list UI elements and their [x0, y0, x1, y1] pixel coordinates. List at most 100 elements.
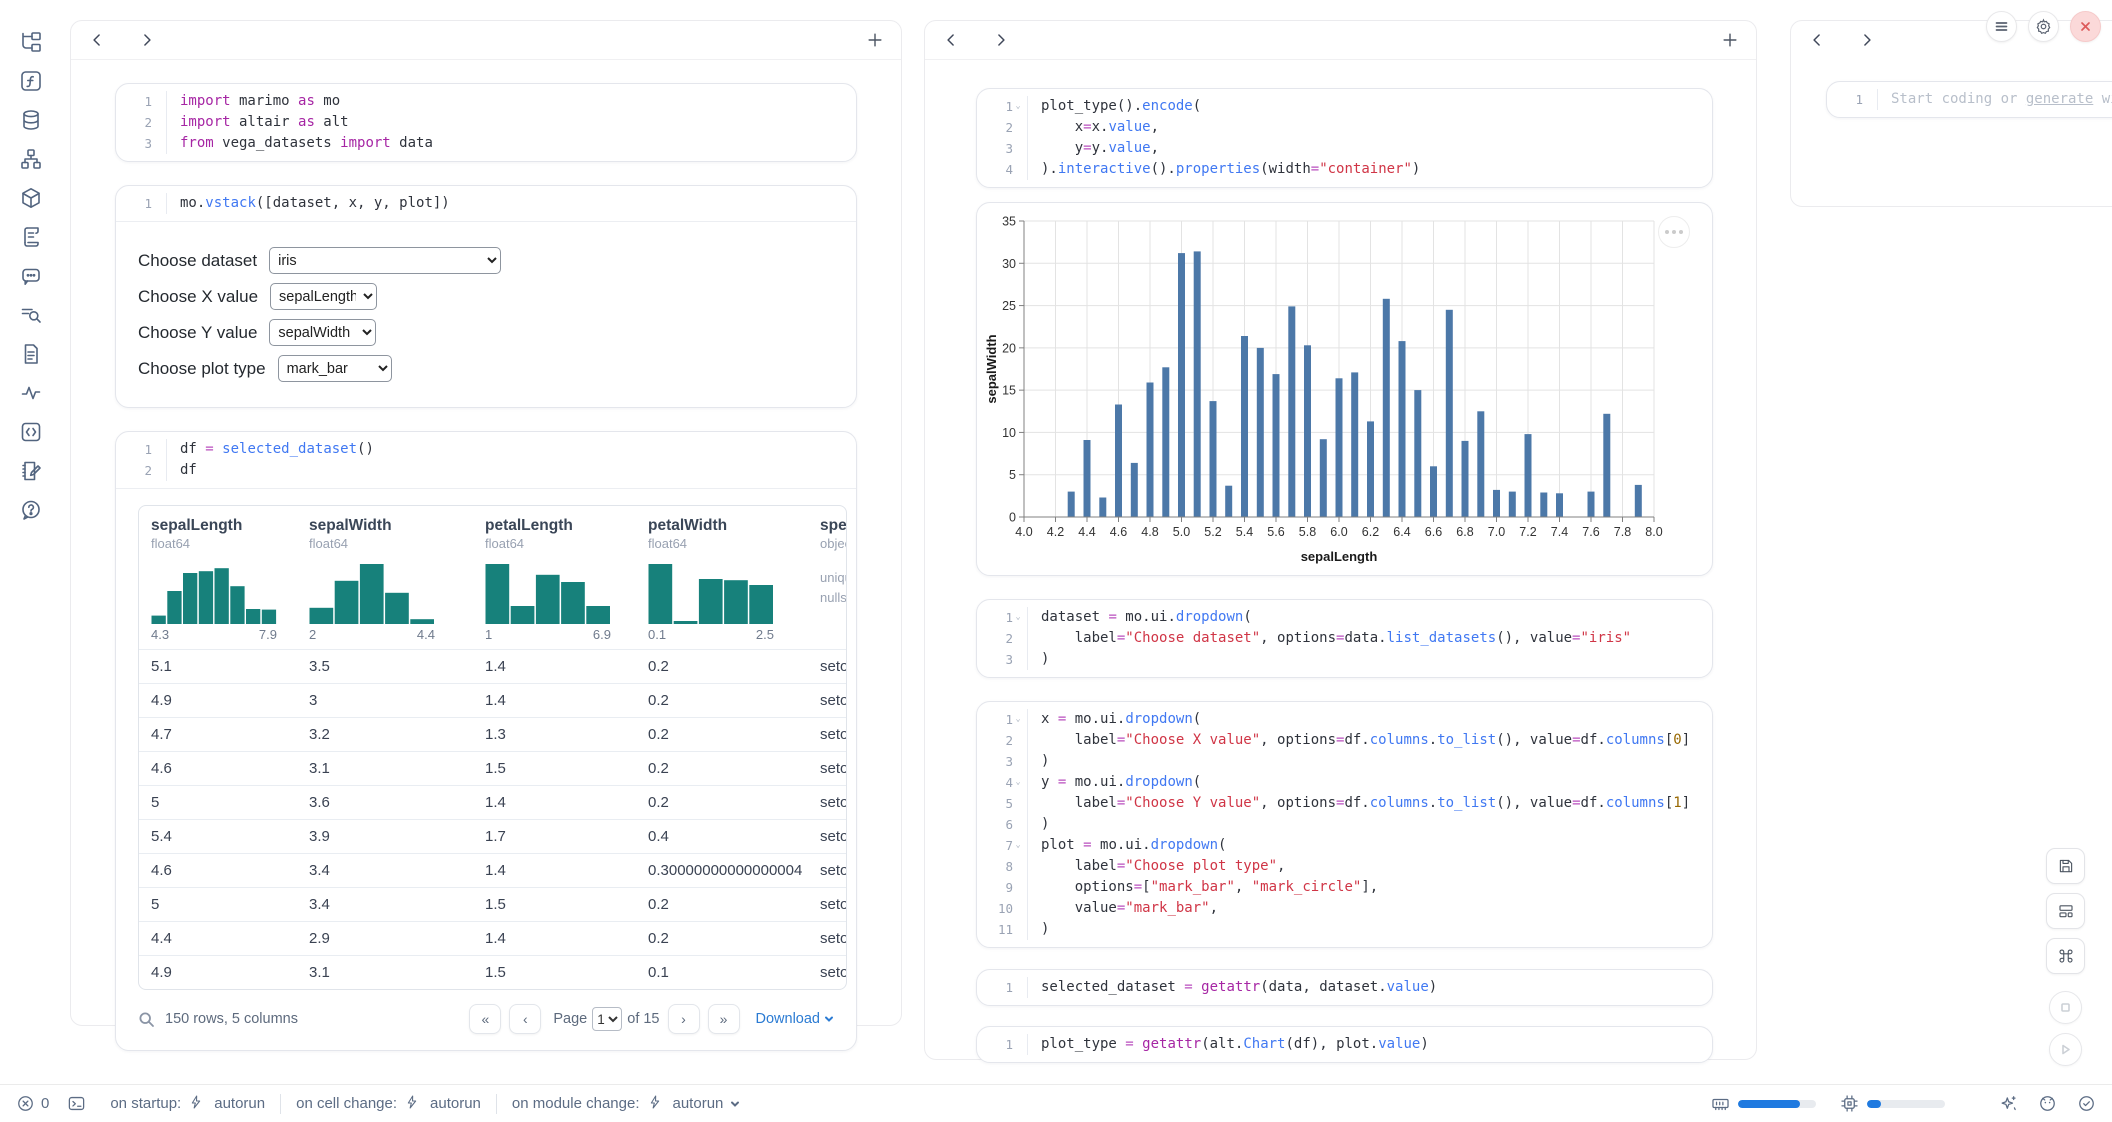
code-cell-plot-type[interactable]: 1plot_type = getattr(alt.Chart(df), plot…	[976, 1026, 1713, 1063]
errors-icon[interactable]	[16, 1094, 35, 1113]
code-editor[interactable]: 1⌄x = mo.ui.dropdown(2 label="Choose X v…	[977, 702, 1712, 947]
generate-with-ai-link[interactable]: generate	[2026, 91, 2093, 107]
code-line[interactable]: 1df = selected_dataset()	[116, 439, 856, 460]
code-line[interactable]: 8 label="Choose plot type",	[977, 856, 1712, 877]
feedback-bot-button[interactable]	[2038, 1094, 2057, 1113]
code-cell-plot[interactable]: 1⌄plot_type().encode(2 x=x.value,3 y=y.v…	[976, 88, 1713, 188]
first-page-button[interactable]: «	[469, 1004, 501, 1034]
chat-bot-icon[interactable]	[19, 264, 43, 288]
code-line[interactable]: 11)	[977, 919, 1712, 940]
search-icon[interactable]	[138, 1011, 155, 1028]
run-all-button[interactable]	[2049, 1033, 2082, 1066]
code-line[interactable]: 7⌄plot = mo.ui.dropdown(	[977, 835, 1712, 856]
activity-icon[interactable]	[19, 381, 43, 405]
code-editor[interactable]: 1import marimo as mo2import altair as al…	[116, 84, 856, 161]
hierarchy-icon[interactable]	[19, 147, 43, 171]
search-list-icon[interactable]	[19, 303, 43, 327]
table-row[interactable]: 53.61.40.2setos	[139, 786, 846, 820]
code-line[interactable]: 1plot_type = getattr(alt.Chart(df), plot…	[977, 1034, 1712, 1055]
help-icon[interactable]	[19, 498, 43, 522]
empty-code-cell[interactable]: 1 Start coding or generate with	[1826, 81, 2112, 118]
code-line[interactable]: 2import altair as alt	[116, 112, 856, 133]
download-button[interactable]: Download	[756, 1011, 835, 1027]
code-editor[interactable]: 1plot_type = getattr(alt.Chart(df), plot…	[977, 1027, 1712, 1062]
code-line[interactable]: 4⌄y = mo.ui.dropdown(	[977, 772, 1712, 793]
code-line[interactable]: 1⌄dataset = mo.ui.dropdown(	[977, 607, 1712, 628]
settings-gear-button[interactable]	[2028, 11, 2059, 42]
code-editor[interactable]: 1⌄plot_type().encode(2 x=x.value,3 y=y.v…	[977, 89, 1712, 187]
stop-kernel-button[interactable]	[2049, 991, 2082, 1024]
layout-panels-button[interactable]	[2046, 893, 2085, 929]
prev-page-button[interactable]: ‹	[509, 1004, 541, 1034]
code-cell-xy-plot-dropdowns[interactable]: 1⌄x = mo.ui.dropdown(2 label="Choose X v…	[976, 701, 1713, 948]
code-line[interactable]: 3)	[977, 649, 1712, 670]
scroll-icon[interactable]	[19, 225, 43, 249]
menu-button[interactable]	[1986, 11, 2017, 42]
code-line[interactable]: 1import marimo as mo	[116, 91, 856, 112]
code-editor[interactable]: 1mo.vstack([dataset, x, y, plot])	[116, 186, 856, 221]
page-select[interactable]: 1	[592, 1007, 622, 1031]
next-page-button[interactable]: ›	[668, 1004, 700, 1034]
code-cell-dataset-dropdown[interactable]: 1⌄dataset = mo.ui.dropdown(2 label="Choo…	[976, 599, 1713, 678]
code-line[interactable]: 3from vega_datasets import data	[116, 133, 856, 154]
on-cell-change-setting[interactable]: on cell change: autorun	[296, 1094, 481, 1113]
code-line[interactable]: 2 x=x.value,	[977, 117, 1712, 138]
document-icon[interactable]	[19, 342, 43, 366]
cpu-usage-meter[interactable]	[1867, 1100, 1945, 1108]
code-line[interactable]: 2df	[116, 460, 856, 481]
column-collapse-left-button[interactable]	[941, 30, 961, 50]
code-line[interactable]: 2 label="Choose dataset", options=data.l…	[977, 628, 1712, 649]
column-header[interactable]: petalWidthfloat640.12.5	[648, 506, 820, 650]
choose-plot-type-select[interactable]: mark_bar	[278, 355, 392, 382]
table-row[interactable]: 4.63.41.40.30000000000000004setos	[139, 854, 846, 888]
code-line[interactable]: 1mo.vstack([dataset, x, y, plot])	[116, 193, 856, 214]
table-row[interactable]: 4.93.11.50.1setos	[139, 956, 846, 990]
code-line[interactable]: 1⌄x = mo.ui.dropdown(	[977, 709, 1712, 730]
terminal-button[interactable]	[67, 1094, 86, 1113]
fold-caret-icon[interactable]: ⌄	[1013, 772, 1023, 793]
fold-caret-icon[interactable]: ⌄	[1013, 96, 1023, 117]
code-line[interactable]: 2 label="Choose X value", options=df.col…	[977, 730, 1712, 751]
code-editor[interactable]: 1df = selected_dataset()2df	[116, 432, 856, 488]
table-row[interactable]: 4.931.40.2setos	[139, 684, 846, 718]
fold-caret-icon[interactable]: ⌄	[1013, 835, 1023, 856]
add-column-button[interactable]	[865, 30, 885, 50]
column-collapse-right-button[interactable]	[1857, 30, 1877, 50]
on-module-change-setting[interactable]: on module change: autorun	[512, 1094, 740, 1113]
code-cell-selected-dataset[interactable]: 1selected_dataset = getattr(data, datase…	[976, 969, 1713, 1006]
code-line[interactable]: 3 y=y.value,	[977, 138, 1712, 159]
code-line[interactable]: 9 options=["mark_bar", "mark_circle"],	[977, 877, 1712, 898]
table-row[interactable]: 4.63.11.50.2setos	[139, 752, 846, 786]
table-row[interactable]: 5.13.51.40.2setos	[139, 650, 846, 684]
file-tree-icon[interactable]	[19, 30, 43, 54]
database-icon[interactable]	[19, 108, 43, 132]
table-row[interactable]: 5.43.91.70.4setos	[139, 820, 846, 854]
code-cell-imports[interactable]: 1import marimo as mo2import altair as al…	[115, 83, 857, 162]
code-line[interactable]: 1selected_dataset = getattr(data, datase…	[977, 977, 1712, 998]
add-column-button[interactable]	[1720, 30, 1740, 50]
last-page-button[interactable]: »	[708, 1004, 740, 1034]
table-row[interactable]: 4.42.91.40.2setos	[139, 922, 846, 956]
column-header[interactable]: sepalLengthfloat644.37.9	[139, 506, 309, 650]
code-editor[interactable]: 1selected_dataset = getattr(data, datase…	[977, 970, 1712, 1005]
column-header[interactable]: sepalWidthfloat6424.4	[309, 506, 485, 650]
code-line[interactable]: 6)	[977, 814, 1712, 835]
column-collapse-right-button[interactable]	[137, 30, 157, 50]
code-cell-dataframe[interactable]: 1df = selected_dataset()2df sepalLengthf…	[115, 431, 857, 1051]
chart-more-menu-button[interactable]	[1658, 216, 1690, 248]
on-startup-setting[interactable]: on startup: autorun	[110, 1094, 265, 1113]
connection-status-icon[interactable]	[2077, 1094, 2096, 1113]
snippets-icon[interactable]	[19, 420, 43, 444]
column-collapse-left-button[interactable]	[1807, 30, 1827, 50]
save-button[interactable]	[2046, 848, 2085, 884]
fold-caret-icon[interactable]: ⌄	[1013, 709, 1023, 730]
column-collapse-left-button[interactable]	[87, 30, 107, 50]
choose-y-value-select[interactable]: sepalWidth	[269, 319, 376, 346]
column-header[interactable]: petalLengthfloat6416.9	[485, 506, 648, 650]
code-line[interactable]: 5 label="Choose Y value", options=df.col…	[977, 793, 1712, 814]
ai-sparkles-button[interactable]	[1999, 1094, 2018, 1113]
code-editor[interactable]: 1⌄dataset = mo.ui.dropdown(2 label="Choo…	[977, 600, 1712, 677]
package-icon[interactable]	[19, 186, 43, 210]
code-placeholder[interactable]: Start coding or generate with	[1878, 89, 2112, 110]
function-icon[interactable]	[19, 69, 43, 93]
